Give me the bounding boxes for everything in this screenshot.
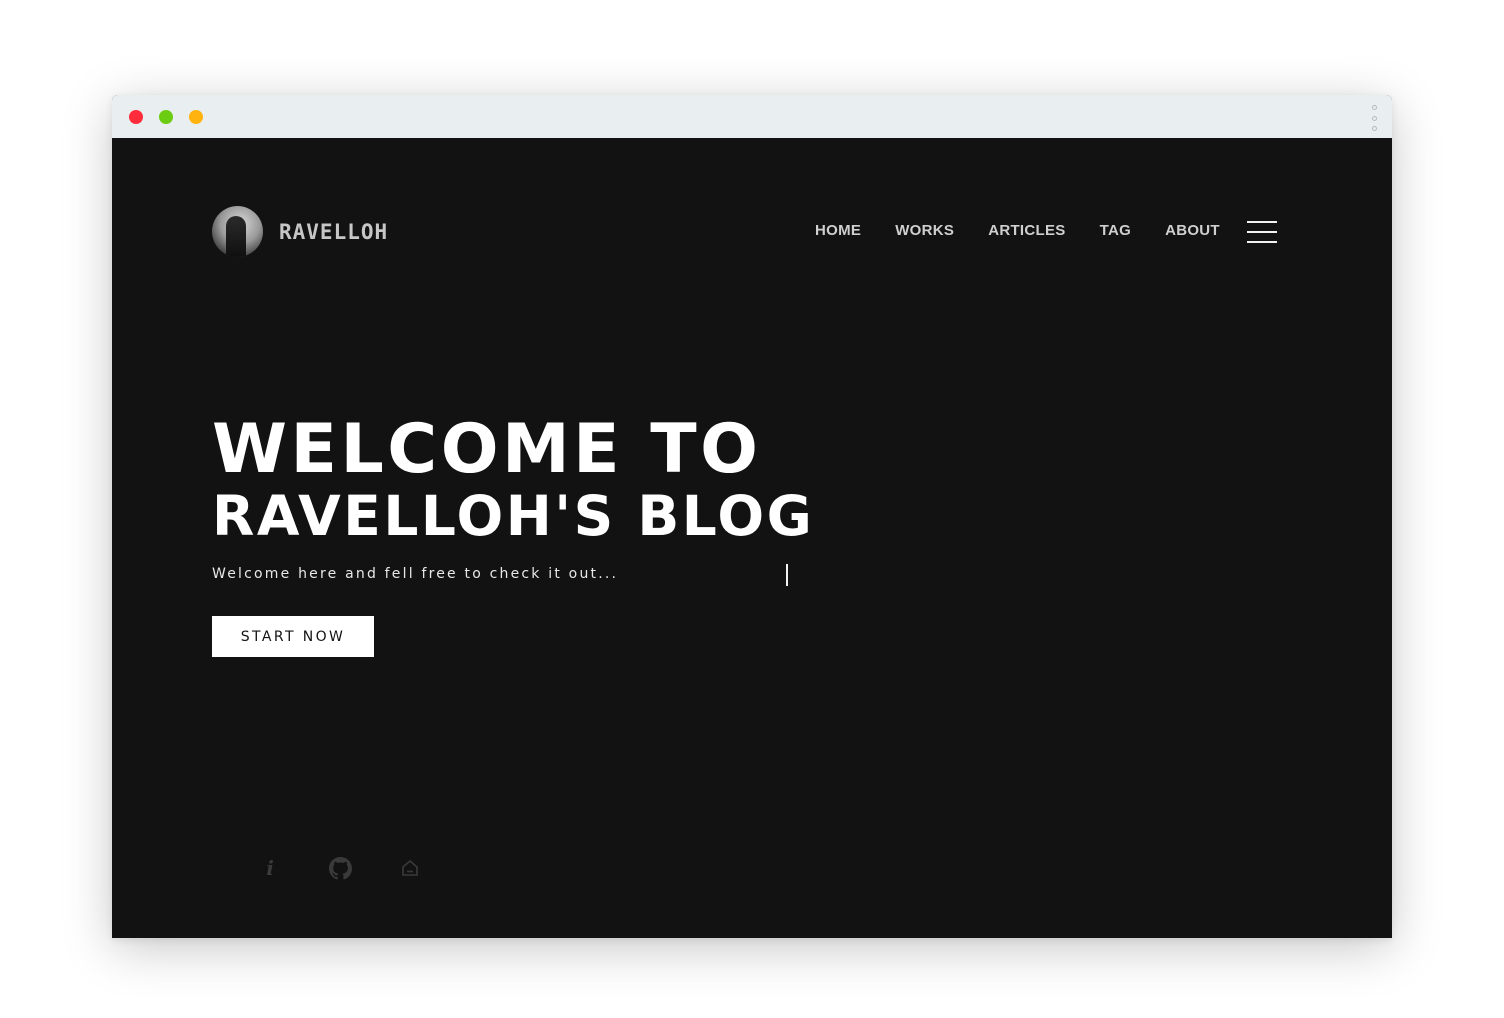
hamburger-menu-icon[interactable] — [1247, 221, 1277, 243]
window-titlebar — [112, 95, 1392, 139]
avatar — [212, 206, 263, 257]
maximize-window-button[interactable] — [189, 110, 203, 124]
minimize-window-button[interactable] — [159, 110, 173, 124]
nav-item-works[interactable]: WORKS — [895, 222, 954, 239]
github-icon[interactable] — [328, 856, 352, 880]
page-viewport: RAVELLOH HOME WORKS ARTICLES TAG ABOUT W… — [112, 138, 1392, 938]
hero-title-line1: WELCOME TO — [212, 410, 762, 489]
hero-title-line2: RAVELLOH'S BLOG — [212, 484, 815, 548]
info-icon[interactable]: i — [258, 856, 282, 880]
nav-item-about[interactable]: ABOUT — [1165, 222, 1220, 239]
hero-title: WELCOME TO RAVELLOH'S BLOG — [212, 416, 814, 544]
site-logo[interactable]: RAVELLOH — [212, 206, 388, 257]
social-links: i — [258, 856, 468, 880]
typing-caret — [786, 564, 788, 586]
browser-window: RAVELLOH HOME WORKS ARTICLES TAG ABOUT W… — [112, 95, 1392, 938]
brand-name: RAVELLOH — [279, 219, 389, 244]
close-window-button[interactable] — [129, 110, 143, 124]
nav-item-tag[interactable]: TAG — [1100, 222, 1131, 239]
more-options-icon[interactable] — [1370, 105, 1378, 131]
start-now-button[interactable]: START NOW — [212, 616, 374, 657]
nav-item-articles[interactable]: ARTICLES — [988, 222, 1065, 239]
main-nav: HOME WORKS ARTICLES TAG ABOUT — [815, 222, 1254, 239]
home-icon[interactable] — [398, 856, 422, 880]
hero-subtitle: Welcome here and fell free to check it o… — [212, 566, 619, 582]
nav-item-home[interactable]: HOME — [815, 222, 861, 239]
